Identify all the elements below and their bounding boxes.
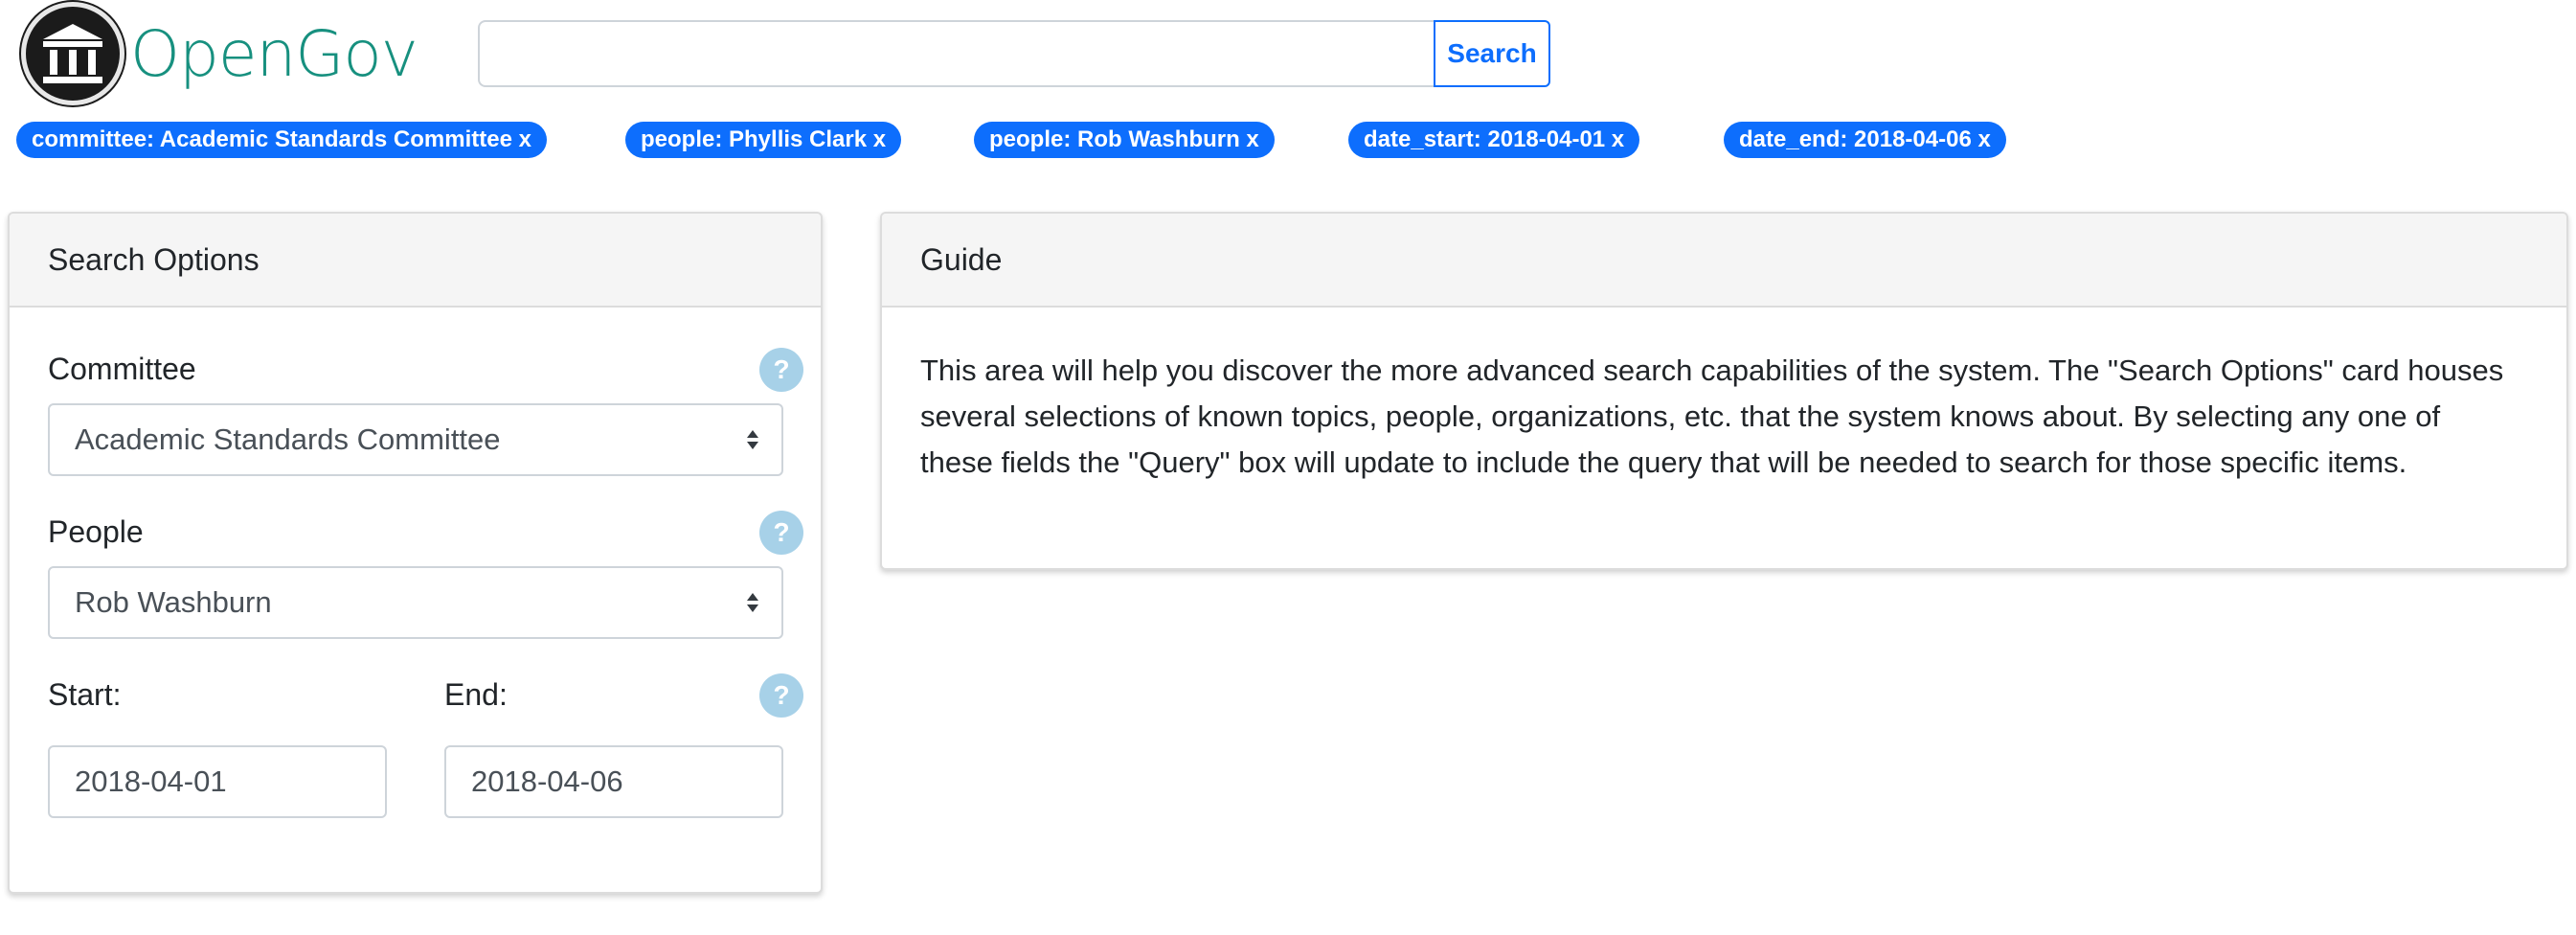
people-label: People [48, 514, 144, 549]
logo[interactable]: OpenGov [21, 2, 418, 105]
start-date-input[interactable]: 2018-04-01 [48, 745, 387, 818]
search-options-title: Search Options [10, 214, 821, 308]
filter-tag-date-end[interactable]: date_end: 2018-04-06 x [1724, 122, 2006, 158]
people-help-icon[interactable]: ? [759, 511, 803, 555]
end-date-input[interactable]: 2018-04-06 [444, 745, 783, 818]
guide-card: Guide This area will help you discover t… [880, 212, 2568, 570]
filter-tag-people[interactable]: people: Phyllis Clark x [625, 122, 902, 158]
search-button[interactable]: Search [1434, 20, 1550, 87]
filter-tag-people[interactable]: people: Rob Washburn x [974, 122, 1275, 158]
building-icon [21, 2, 124, 105]
select-caret-icon [747, 593, 758, 612]
logo-text: OpenGov [130, 16, 418, 91]
committee-label: Committee [48, 352, 196, 386]
filter-tag-committee[interactable]: committee: Academic Standards Committee … [16, 122, 547, 158]
select-caret-icon [747, 430, 758, 449]
end-label: End: [444, 677, 508, 712]
search-input[interactable] [478, 20, 1435, 87]
start-label: Start: [48, 677, 122, 712]
date-help-icon[interactable]: ? [759, 673, 803, 718]
committee-select-value: Academic Standards Committee [75, 422, 501, 456]
search-options-card: Search Options Committee ? Academic Stan… [8, 212, 823, 894]
committee-help-icon[interactable]: ? [759, 348, 803, 392]
committee-select[interactable]: Academic Standards Committee [48, 403, 783, 476]
guide-title: Guide [882, 214, 2566, 308]
people-select-value: Rob Washburn [75, 585, 272, 619]
guide-text: This area will help you discover the mor… [920, 353, 2504, 479]
people-select[interactable]: Rob Washburn [48, 566, 783, 639]
filter-tag-date-start[interactable]: date_start: 2018-04-01 x [1348, 122, 1640, 158]
